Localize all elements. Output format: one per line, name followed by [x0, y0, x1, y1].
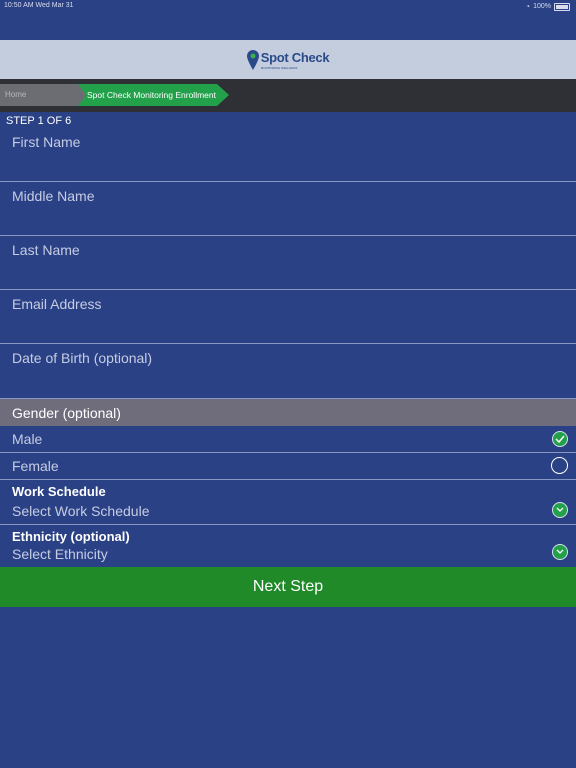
dob-label: Date of Birth (optional): [12, 350, 153, 366]
brand-tagline: MONITORING WELLNESS: [260, 66, 298, 70]
wifi-icon: ◔: [525, 2, 531, 11]
ethnicity-select[interactable]: Ethnicity (optional) Select Ethnicity: [0, 525, 576, 567]
app-header: Spot Check MONITORING WELLNESS: [0, 40, 576, 79]
last-name-field[interactable]: Last Name: [0, 236, 576, 290]
gender-option-label: Male: [12, 431, 43, 447]
date-of-birth-field[interactable]: Date of Birth (optional): [0, 344, 576, 398]
middle-name-field[interactable]: Middle Name: [0, 182, 576, 236]
breadcrumb-home[interactable]: Home: [0, 84, 86, 106]
chevron-down-icon: [552, 544, 568, 560]
status-bar: 10:50 AM Wed Mar 31 ◔ 100%: [0, 0, 576, 40]
email-field[interactable]: Email Address: [0, 290, 576, 344]
step-indicator: STEP 1 OF 6: [6, 115, 72, 127]
status-time: 10:50 AM Wed Mar 31: [4, 2, 74, 9]
gender-heading: Gender (optional): [12, 405, 121, 421]
gender-section-header: Gender (optional): [0, 398, 576, 426]
gender-option-male[interactable]: Male: [0, 426, 576, 453]
map-pin-icon: [246, 49, 259, 70]
gender-option-label: Female: [12, 458, 59, 474]
middle-name-label: Middle Name: [12, 188, 95, 204]
breadcrumb-current: Spot Check Monitoring Enrollment: [78, 84, 229, 106]
breadcrumb: Home Spot Check Monitoring Enrollment: [0, 79, 576, 112]
last-name-label: Last Name: [12, 242, 80, 258]
first-name-field[interactable]: First Name: [0, 128, 576, 182]
status-indicators: ◔ 100%: [525, 2, 570, 11]
radio-unselected-icon: [551, 457, 568, 474]
checkmark-icon: [552, 431, 568, 447]
email-label: Email Address: [12, 296, 102, 312]
ethnicity-title: Ethnicity (optional): [12, 529, 130, 544]
battery-percent: 100%: [533, 3, 551, 10]
first-name-label: First Name: [12, 134, 81, 150]
spot-check-logo: Spot Check MONITORING WELLNESS: [246, 49, 330, 70]
work-schedule-select[interactable]: Work Schedule Select Work Schedule: [0, 480, 576, 525]
brand-name: Spot Check: [260, 50, 330, 65]
chevron-down-icon: [552, 502, 568, 518]
battery-icon: [554, 2, 570, 11]
gender-option-female[interactable]: Female: [0, 453, 576, 480]
ethnicity-value: Select Ethnicity: [12, 546, 108, 562]
work-schedule-value: Select Work Schedule: [12, 503, 150, 519]
next-step-button[interactable]: Next Step: [0, 567, 576, 607]
work-schedule-title: Work Schedule: [12, 484, 106, 499]
